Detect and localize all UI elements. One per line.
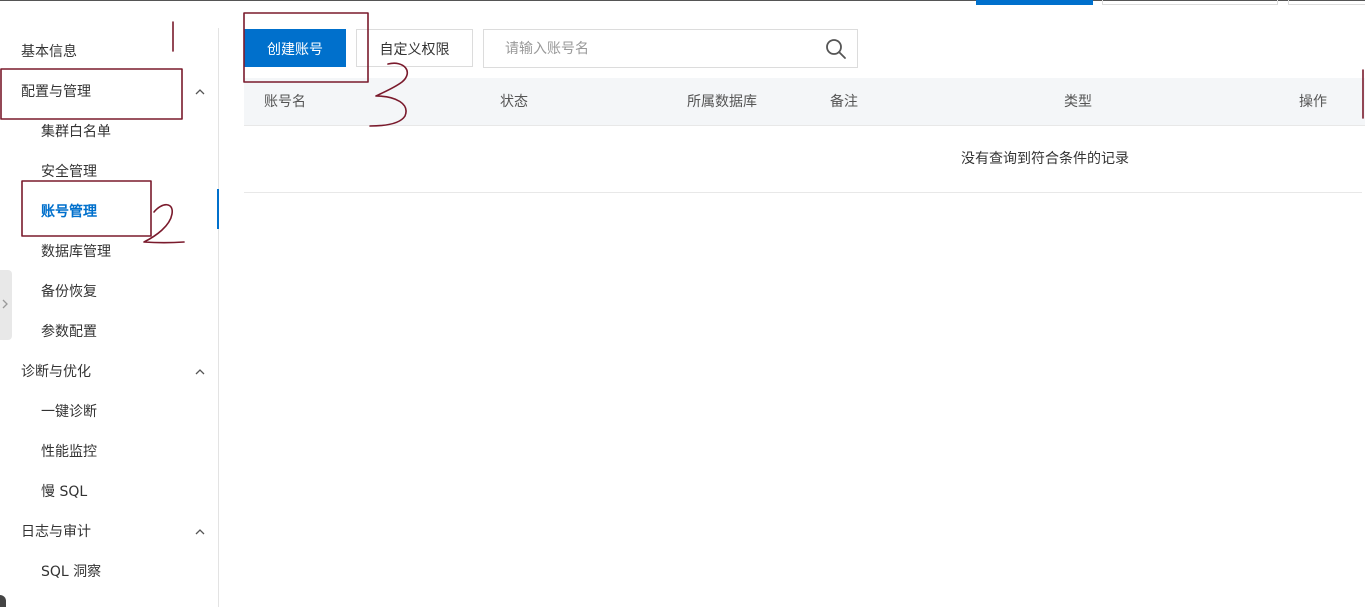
search-box xyxy=(483,29,858,68)
create-account-button[interactable]: 创建账号 xyxy=(244,29,346,67)
column-header-type: 类型 xyxy=(1064,94,1092,110)
sidebar-item-label: 集群白名单 xyxy=(41,124,111,140)
accounts-table-header: 账号名 状态 所属数据库 备注 类型 操作 xyxy=(244,78,1365,126)
top-input-edge[interactable] xyxy=(1102,0,1278,5)
chevron-up-icon xyxy=(195,89,205,95)
sidebar-item-label: 参数配置 xyxy=(41,324,97,340)
active-indicator xyxy=(217,189,219,229)
sidebar-item-one-click-diagnosis[interactable]: 一键诊断 xyxy=(0,392,218,432)
sidebar-item-label: 配置与管理 xyxy=(21,84,91,100)
sidebar-group-diagnosis-optimization[interactable]: 诊断与优化 xyxy=(0,352,218,392)
search-icon[interactable] xyxy=(825,38,847,60)
column-header-account-name: 账号名 xyxy=(264,94,306,110)
sidebar-item-label: 诊断与优化 xyxy=(21,364,91,380)
sidebar-item-label: 慢 SQL xyxy=(41,484,88,500)
column-header-database: 所属数据库 xyxy=(687,94,757,110)
chevron-right-icon xyxy=(2,299,8,309)
chevron-up-icon xyxy=(195,529,205,535)
sidebar-item-performance-monitor[interactable]: 性能监控 xyxy=(0,432,218,472)
chevron-up-icon xyxy=(195,369,205,375)
sidebar-collapse-toggle[interactable] xyxy=(0,270,12,340)
custom-permission-button[interactable]: 自定义权限 xyxy=(356,29,473,67)
account-search-input[interactable] xyxy=(484,30,835,67)
sidebar-item-label: 安全管理 xyxy=(41,164,97,180)
sidebar-item-sql-insight[interactable]: SQL 洞察 xyxy=(0,552,218,592)
sidebar-item-cluster-whitelist[interactable]: 集群白名单 xyxy=(0,112,218,152)
sidebar-item-label: 数据库管理 xyxy=(41,244,111,260)
sidebar-item-backup-restore[interactable]: 备份恢复 xyxy=(0,272,218,312)
page: 基本信息 配置与管理 集群白名单 安全管理 账号管理 数据库管理 备份恢复 参数… xyxy=(0,0,1365,607)
sidebar-item-slow-sql[interactable]: 慢 SQL xyxy=(0,472,218,512)
sidebar-group-config-management[interactable]: 配置与管理 xyxy=(0,72,218,112)
sidebar-item-label: SQL 洞察 xyxy=(41,564,102,580)
table-empty-row: 没有查询到符合条件的记录 xyxy=(244,127,1362,193)
top-button-edge[interactable] xyxy=(1288,0,1365,5)
sidebar-item-label: 一键诊断 xyxy=(41,404,97,420)
column-header-remark: 备注 xyxy=(830,94,858,110)
sidebar-item-label: 性能监控 xyxy=(41,444,97,460)
empty-state-message: 没有查询到符合条件的记录 xyxy=(961,151,1129,167)
sidebar-group-log-audit[interactable]: 日志与审计 xyxy=(0,512,218,552)
sidebar-item-parameter-config[interactable]: 参数配置 xyxy=(0,312,218,352)
sidebar-item-account-management[interactable]: 账号管理 xyxy=(0,192,218,232)
sidebar-item-database-management[interactable]: 数据库管理 xyxy=(0,232,218,272)
sidebar-item-security[interactable]: 安全管理 xyxy=(0,152,218,192)
sidebar-item-label: 日志与审计 xyxy=(21,524,91,540)
column-header-actions: 操作 xyxy=(1299,94,1327,110)
sidebar-item-label: 备份恢复 xyxy=(41,284,97,300)
sidebar-item-basic-info[interactable]: 基本信息 xyxy=(0,32,218,72)
column-header-status: 状态 xyxy=(500,94,528,110)
sidebar: 基本信息 配置与管理 集群白名单 安全管理 账号管理 数据库管理 备份恢复 参数… xyxy=(0,0,218,607)
top-primary-button-edge[interactable] xyxy=(976,0,1093,5)
sidebar-item-label: 账号管理 xyxy=(41,204,97,220)
sidebar-divider xyxy=(218,28,219,607)
sidebar-item-label: 基本信息 xyxy=(21,44,77,60)
